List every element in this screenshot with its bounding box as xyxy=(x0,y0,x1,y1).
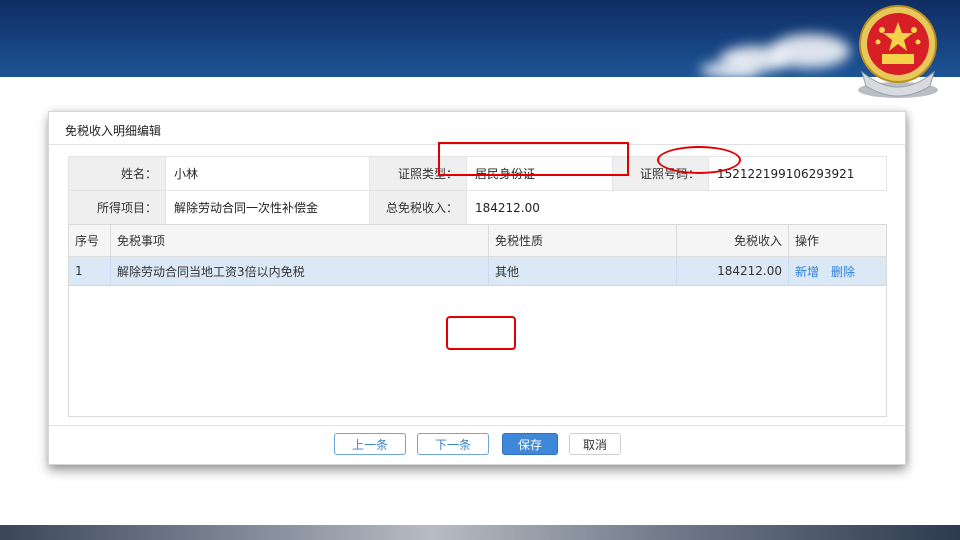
total-exempt-value: 184212.00 xyxy=(466,190,887,225)
banner-cloud xyxy=(700,62,760,77)
banner-cloud xyxy=(770,34,850,68)
table-row[interactable]: 1 解除劳动合同当地工资3倍以内免税 其他 184212.00 新增 删除 xyxy=(69,257,886,286)
name-value: 小林 xyxy=(165,156,370,191)
highlight-nature-box xyxy=(438,142,629,176)
save-button[interactable]: 保存 xyxy=(502,433,558,455)
header-nature: 免税性质 xyxy=(489,225,677,256)
row-index: 1 xyxy=(69,257,111,285)
income-item-value: 解除劳动合同一次性补偿金 xyxy=(165,190,370,225)
footer-divider xyxy=(49,425,905,426)
highlight-income-ellipse xyxy=(657,146,741,174)
bottom-decor-strip xyxy=(0,525,960,540)
top-banner xyxy=(0,0,960,77)
highlight-save-box xyxy=(446,316,516,350)
income-item-label: 所得项目： xyxy=(68,190,166,225)
prev-record-button[interactable]: 上一条 xyxy=(334,433,406,455)
delete-row-link[interactable]: 删除 xyxy=(831,263,855,280)
row-income[interactable]: 184212.00 xyxy=(677,257,789,285)
row-item: 解除劳动合同当地工资3倍以内免税 xyxy=(111,257,489,285)
header-income: 免税收入 xyxy=(677,225,789,256)
next-record-button[interactable]: 下一条 xyxy=(417,433,489,455)
national-emblem-icon xyxy=(852,2,944,100)
row-actions: 新增 删除 xyxy=(789,257,886,285)
grid-header: 序号 免税事项 免税性质 免税收入 操作 xyxy=(69,225,886,257)
row-nature-select[interactable]: 其他 xyxy=(489,257,677,285)
total-exempt-label: 总免税收入： xyxy=(369,190,467,225)
header-item: 免税事项 xyxy=(111,225,489,256)
add-row-link[interactable]: 新增 xyxy=(795,263,819,280)
dialog-title: 免税收入明细编辑 xyxy=(65,124,162,138)
header-index: 序号 xyxy=(69,225,111,256)
cancel-button[interactable]: 取消 xyxy=(569,433,621,455)
header-actions: 操作 xyxy=(795,234,820,248)
name-label: 姓名： xyxy=(68,156,166,191)
